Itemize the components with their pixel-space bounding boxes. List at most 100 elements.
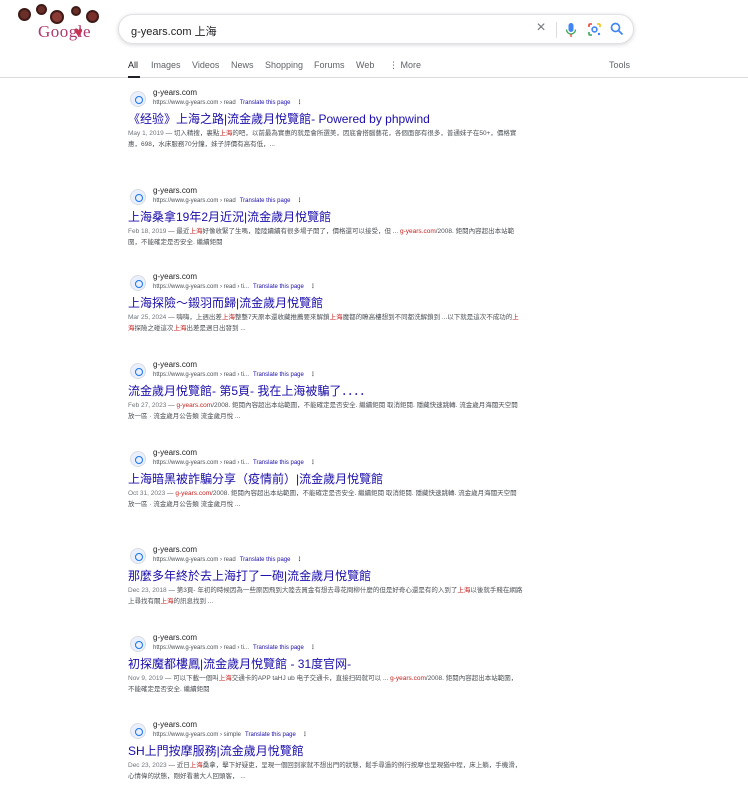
google-lens-icon[interactable] [586, 22, 602, 38]
result-title-link[interactable]: 初探魔都樓鳳|流金歲月悅覽館 - 31度官网- [128, 655, 351, 672]
google-doodle-logo[interactable]: Google ♥ [16, 4, 106, 41]
site-name[interactable]: g-years.com [153, 272, 197, 281]
snippet-text: 上海 [457, 587, 471, 594]
result-snippet: May 1, 2019 — 切入精搜，裏點上海的吧，以前最為實惠的就是會所選美，… [128, 128, 523, 150]
result-date: Mar 25, 2024 [128, 314, 167, 321]
breadcrumb-url: https://www.g-years.com › read › ti... [153, 645, 250, 651]
header: Google ♥ g-years.com 上海 × All Images Vid… [0, 0, 748, 78]
translate-link[interactable]: Translate this page [240, 198, 291, 204]
more-options-icon[interactable]: ⋮ [297, 100, 303, 106]
translate-link[interactable]: Translate this page [253, 460, 304, 466]
snippet-text: — [166, 402, 177, 409]
result-title-link[interactable]: 流金歲月悅覽館- 第5頁- 我在上海被騙了．．．． [128, 382, 371, 399]
result-title-link[interactable]: 上海暗黑被詐騙分享（疫情前）|流金歲月悅覽館 [128, 470, 383, 487]
tab-videos[interactable]: Videos [192, 60, 219, 70]
result-snippet: Mar 25, 2024 — 嗨嗨，上週出差上海整整7天原本還收藏推薦要來解鎖上… [128, 312, 523, 334]
site-name[interactable]: g-years.com [153, 186, 197, 195]
divider [556, 22, 557, 38]
site-url[interactable]: https://www.g-years.com › read › ti... Tr… [153, 644, 316, 651]
breadcrumb-url: https://www.g-years.com › read [153, 557, 236, 563]
clear-icon[interactable]: × [533, 20, 549, 36]
snippet-text: 整整7天原本還收藏推薦要來解鎖 [234, 314, 330, 321]
site-name[interactable]: g-years.com [153, 88, 197, 97]
site-url[interactable]: https://www.g-years.com › read › ti... Tr… [153, 459, 316, 466]
snippet-text: 探險之碰這次 [134, 325, 174, 332]
site-favicon-icon[interactable] [130, 189, 146, 205]
site-favicon-icon[interactable] [130, 723, 146, 739]
breadcrumb-url: https://www.g-years.com › read › ti... [153, 284, 250, 290]
snippet-text: — 切入精搜，裏點 [163, 130, 220, 137]
result-title-link[interactable]: 那麼多年終於去上海打了一砲|流金歲月悅覽館 [128, 567, 371, 584]
breadcrumb-url: https://www.g-years.com › simple [153, 732, 242, 738]
site-url[interactable]: https://www.g-years.com › read › ti... Tr… [153, 283, 316, 290]
result-date: Oct 31, 2023 [128, 490, 166, 497]
search-tabs: All Images Videos News Shopping Forums W… [0, 58, 748, 78]
site-favicon-icon[interactable] [130, 91, 146, 107]
tab-all[interactable]: All [128, 60, 138, 70]
site-url[interactable]: https://www.g-years.com › read Translate … [153, 197, 303, 204]
snippet-text: 上海 [173, 325, 187, 332]
tools-button[interactable]: Tools [609, 60, 630, 70]
result-date: Feb 27, 2023 [128, 402, 167, 409]
site-name[interactable]: g-years.com [153, 360, 197, 369]
snippet-text: 上海 [218, 675, 232, 682]
search-icon[interactable] [609, 22, 625, 38]
tab-more[interactable]: ⋮ More [389, 60, 421, 71]
site-name[interactable]: g-years.com [153, 633, 197, 642]
translate-link[interactable]: Translate this page [253, 372, 304, 378]
tab-images[interactable]: Images [151, 60, 181, 70]
translate-link[interactable]: Translate this page [240, 557, 291, 563]
result-title-link[interactable]: 上海桑拿19年2月近況|流金歲月悅覽館 [128, 208, 331, 225]
snippet-text: g-years.com [390, 675, 426, 682]
search-box[interactable]: g-years.com 上海 × [118, 14, 634, 44]
site-favicon-icon[interactable] [130, 548, 146, 564]
result-snippet: Oct 31, 2023 — g-years.com/2008. 鉅閱內容超出本… [128, 488, 523, 510]
site-favicon-icon[interactable] [130, 451, 146, 467]
translate-link[interactable]: Translate this page [253, 645, 304, 651]
result-title-link[interactable]: SH上門按摩服務|流金歲月悅覽館 [128, 742, 304, 759]
more-options-icon[interactable]: ⋮ [310, 645, 316, 651]
search-input[interactable]: g-years.com 上海 [131, 23, 217, 39]
more-options-icon[interactable]: ⋮ [310, 284, 316, 290]
site-favicon-icon[interactable] [130, 363, 146, 379]
more-options-icon[interactable]: ⋮ [310, 372, 316, 378]
microphone-icon[interactable] [563, 22, 579, 38]
active-tab-indicator [128, 76, 140, 78]
result-snippet: Dec 23, 2023 — 近日上海桑拿，擊下好疑吏，呈現一個回到家就不想出門… [128, 760, 523, 782]
tab-shopping[interactable]: Shopping [265, 60, 303, 70]
site-url[interactable]: https://www.g-years.com › simple Translat… [153, 731, 308, 738]
snippet-text: — 近日 [166, 762, 190, 769]
more-options-icon[interactable]: ⋮ [297, 198, 303, 204]
result-title-link[interactable]: 上海探險～鎩羽而歸|流金歲月悅覽館 [128, 294, 323, 311]
site-name[interactable]: g-years.com [153, 720, 197, 729]
more-options-icon[interactable]: ⋮ [310, 460, 316, 466]
result-title-link[interactable]: 《经验》上海之路|流金歲月悅覽館- Powered by phpwind [128, 110, 430, 127]
result-snippet: Feb 18, 2019 — 最近上海好像收緊了生嗎，陸陸續續有很多場子開了，價… [128, 226, 523, 248]
snippet-text: 魔都的瞭高樓想到不同都洗解鎖到 ...以下就是這次不成功的 [342, 314, 513, 321]
snippet-text: g-years.com [176, 402, 213, 409]
snippet-text: 上海 [219, 130, 233, 137]
more-vert-icon: ⋮ [389, 60, 401, 70]
translate-link[interactable]: Translate this page [245, 732, 296, 738]
site-name[interactable]: g-years.com [153, 545, 197, 554]
translate-link[interactable]: Translate this page [253, 284, 304, 290]
tab-news[interactable]: News [231, 60, 254, 70]
tab-more-label: More [400, 60, 422, 70]
chocolate-icon [36, 4, 47, 15]
site-url[interactable]: https://www.g-years.com › read Translate … [153, 99, 303, 106]
more-options-icon[interactable]: ⋮ [302, 732, 308, 738]
breadcrumb-url: https://www.g-years.com › read › ti... [153, 372, 250, 378]
snippet-text: 出差是週日出發到 ... [186, 325, 246, 332]
snippet-text: 上海 [160, 598, 174, 605]
site-url[interactable]: https://www.g-years.com › read › ti... Tr… [153, 371, 316, 378]
site-favicon-icon[interactable] [130, 636, 146, 652]
tab-forums[interactable]: Forums [314, 60, 345, 70]
site-favicon-icon[interactable] [130, 275, 146, 291]
translate-link[interactable]: Translate this page [240, 100, 291, 106]
tab-web[interactable]: Web [356, 60, 374, 70]
site-url[interactable]: https://www.g-years.com › read Translate … [153, 556, 303, 563]
snippet-text: 好像收緊了生嗎，陸陸續續有很多場子開了，價格還可以接受，但 ... [202, 228, 400, 235]
more-options-icon[interactable]: ⋮ [297, 557, 303, 563]
site-name[interactable]: g-years.com [153, 448, 197, 457]
snippet-text: 上海 [329, 314, 343, 321]
